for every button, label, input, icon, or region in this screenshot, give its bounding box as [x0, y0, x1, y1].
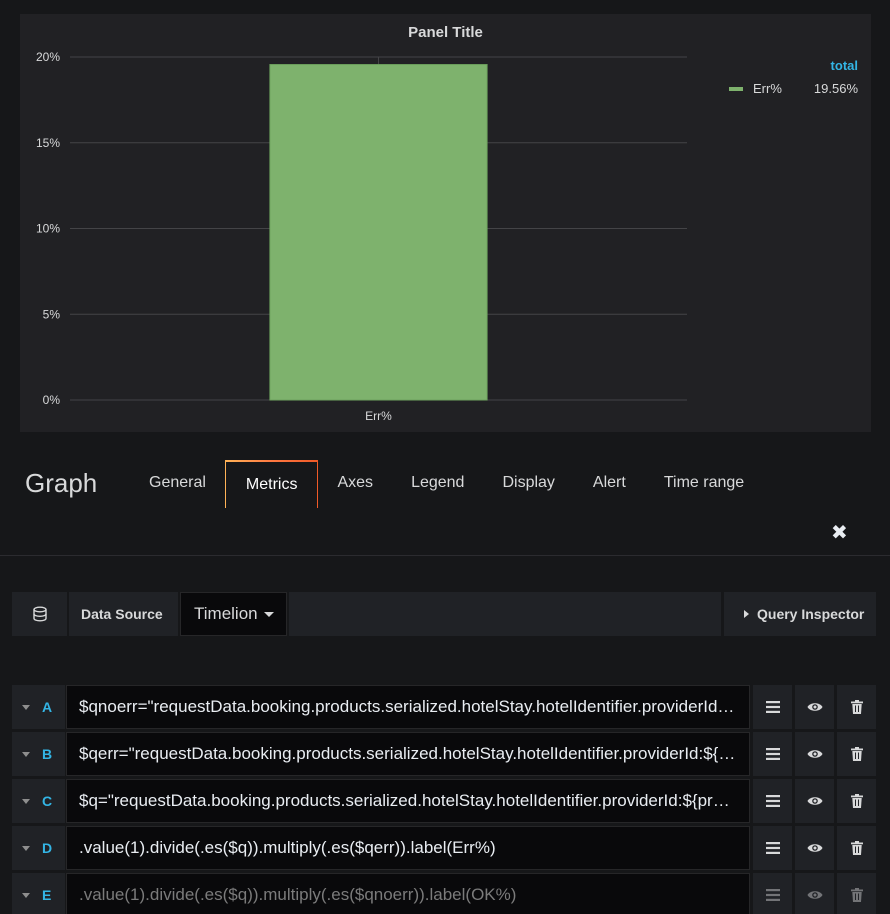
legend-item-name[interactable]: Err% — [753, 81, 814, 96]
query-toggle-visibility-button[interactable] — [795, 685, 834, 729]
caret-right-icon — [744, 610, 749, 618]
tab-time-range[interactable]: Time range — [645, 460, 763, 508]
caret-down-icon — [22, 704, 30, 710]
query-menu-button[interactable] — [753, 826, 792, 870]
datasource-row: Data Source Timelion — [12, 592, 721, 636]
query-letter: E — [42, 887, 52, 903]
dashboard-editor: Panel Title 0% 5% 10% 15% 20% Err% total Err%… — [0, 0, 890, 914]
query-letter: D — [42, 840, 53, 856]
query-delete-button[interactable] — [837, 779, 876, 823]
tab-display[interactable]: Display — [483, 460, 573, 508]
eye-icon — [807, 703, 822, 711]
query-delete-button[interactable] — [837, 685, 876, 729]
database-icon — [32, 606, 47, 622]
query-toggle[interactable]: B — [12, 732, 65, 776]
caret-down-icon — [263, 612, 274, 618]
query-menu-button[interactable] — [753, 732, 792, 776]
query-toggle-visibility-button[interactable] — [795, 779, 834, 823]
query-toggle-visibility-button[interactable] — [795, 826, 834, 870]
datasource-label: Data Source — [69, 592, 178, 636]
legend-item[interactable]: Err% 19.56% — [708, 81, 858, 96]
eye-icon — [807, 750, 822, 758]
y-tick-label: 15% — [36, 136, 60, 150]
caret-down-icon — [22, 798, 30, 804]
eye-icon — [807, 891, 822, 899]
trash-icon — [850, 888, 863, 902]
legend-item-value: 19.56% — [813, 81, 858, 96]
y-tick-label: 10% — [36, 222, 60, 236]
trash-icon — [850, 700, 863, 714]
query-letter: C — [42, 793, 53, 809]
query-input[interactable]: .value(1).divide(.es($q)).multiply(.es($… — [66, 826, 750, 870]
eye-icon — [807, 844, 822, 852]
datasource-icon-box — [12, 592, 67, 636]
query-input[interactable]: .value(1).divide(.es($q)).multiply(.es($… — [66, 873, 750, 914]
y-tick-label: 0% — [43, 393, 61, 407]
query-input[interactable]: $qnoerr="requestData.booking.products.se… — [66, 685, 750, 729]
query-inspector-label: Query Inspector — [757, 606, 865, 622]
trash-icon — [850, 747, 863, 761]
caret-down-icon — [22, 845, 30, 851]
query-row: B $qerr="requestData.booking.products.se… — [12, 732, 876, 776]
tab-legend[interactable]: Legend — [392, 460, 483, 508]
query-menu-button[interactable] — [753, 873, 792, 914]
query-delete-button[interactable] — [837, 826, 876, 870]
editor-tabs: General Metrics Axes Legend Display Aler… — [130, 460, 763, 508]
x-tick-label: Err% — [365, 409, 392, 423]
legend: total Err% 19.56% — [708, 58, 858, 96]
legend-swatch[interactable] — [729, 86, 743, 91]
query-letter: A — [42, 699, 53, 715]
hamburger-icon — [765, 795, 780, 807]
bar — [269, 64, 488, 401]
query-row: A $qnoerr="requestData.booking.products.… — [12, 685, 876, 729]
query-toggle-visibility-button[interactable] — [795, 732, 834, 776]
datasource-spacer — [289, 592, 721, 636]
hamburger-icon — [765, 701, 780, 713]
eye-icon — [807, 797, 822, 805]
query-delete-button[interactable] — [837, 732, 876, 776]
query-menu-button[interactable] — [753, 779, 792, 823]
hamburger-icon — [765, 889, 780, 901]
query-toggle[interactable]: E — [12, 873, 65, 914]
datasource-select[interactable]: Timelion — [180, 592, 287, 636]
query-row-disabled: E .value(1).divide(.es($q)).multiply(.es… — [12, 873, 876, 914]
query-input[interactable]: $q="requestData.booking.products.seriali… — [66, 779, 750, 823]
query-inspector-button[interactable]: Query Inspector — [724, 592, 876, 636]
query-input[interactable]: $qerr="requestData.booking.products.seri… — [66, 732, 750, 776]
query-toggle[interactable]: C — [12, 779, 65, 823]
trash-icon — [850, 841, 863, 855]
query-toggle[interactable]: D — [12, 826, 65, 870]
query-letter: B — [42, 746, 53, 762]
legend-total-header[interactable]: total — [708, 58, 858, 73]
divider — [0, 555, 890, 556]
query-delete-button[interactable] — [837, 873, 876, 914]
caret-down-icon — [22, 892, 30, 898]
graph-panel: Panel Title 0% 5% 10% 15% 20% Err% total Err%… — [20, 14, 871, 432]
query-toggle[interactable]: A — [12, 685, 65, 729]
hamburger-icon — [765, 748, 780, 760]
caret-down-icon — [22, 751, 30, 757]
tab-alert[interactable]: Alert — [574, 460, 645, 508]
tab-metrics[interactable]: Metrics — [224, 460, 319, 508]
y-tick-label: 5% — [43, 307, 61, 321]
query-row: C $q="requestData.booking.products.seria… — [12, 779, 876, 823]
tab-general[interactable]: General — [130, 460, 225, 508]
tab-axes[interactable]: Axes — [318, 460, 392, 508]
y-tick-label: 20% — [36, 50, 60, 64]
query-toggle-visibility-button[interactable] — [795, 873, 834, 914]
query-menu-button[interactable] — [753, 685, 792, 729]
query-row: D .value(1).divide(.es($q)).multiply(.es… — [12, 826, 876, 870]
editor-title: Graph — [25, 468, 98, 498]
trash-icon — [850, 794, 863, 808]
hamburger-icon — [765, 842, 780, 854]
datasource-selected-value: Timelion — [194, 604, 258, 623]
close-icon[interactable]: ✖ — [831, 520, 848, 545]
